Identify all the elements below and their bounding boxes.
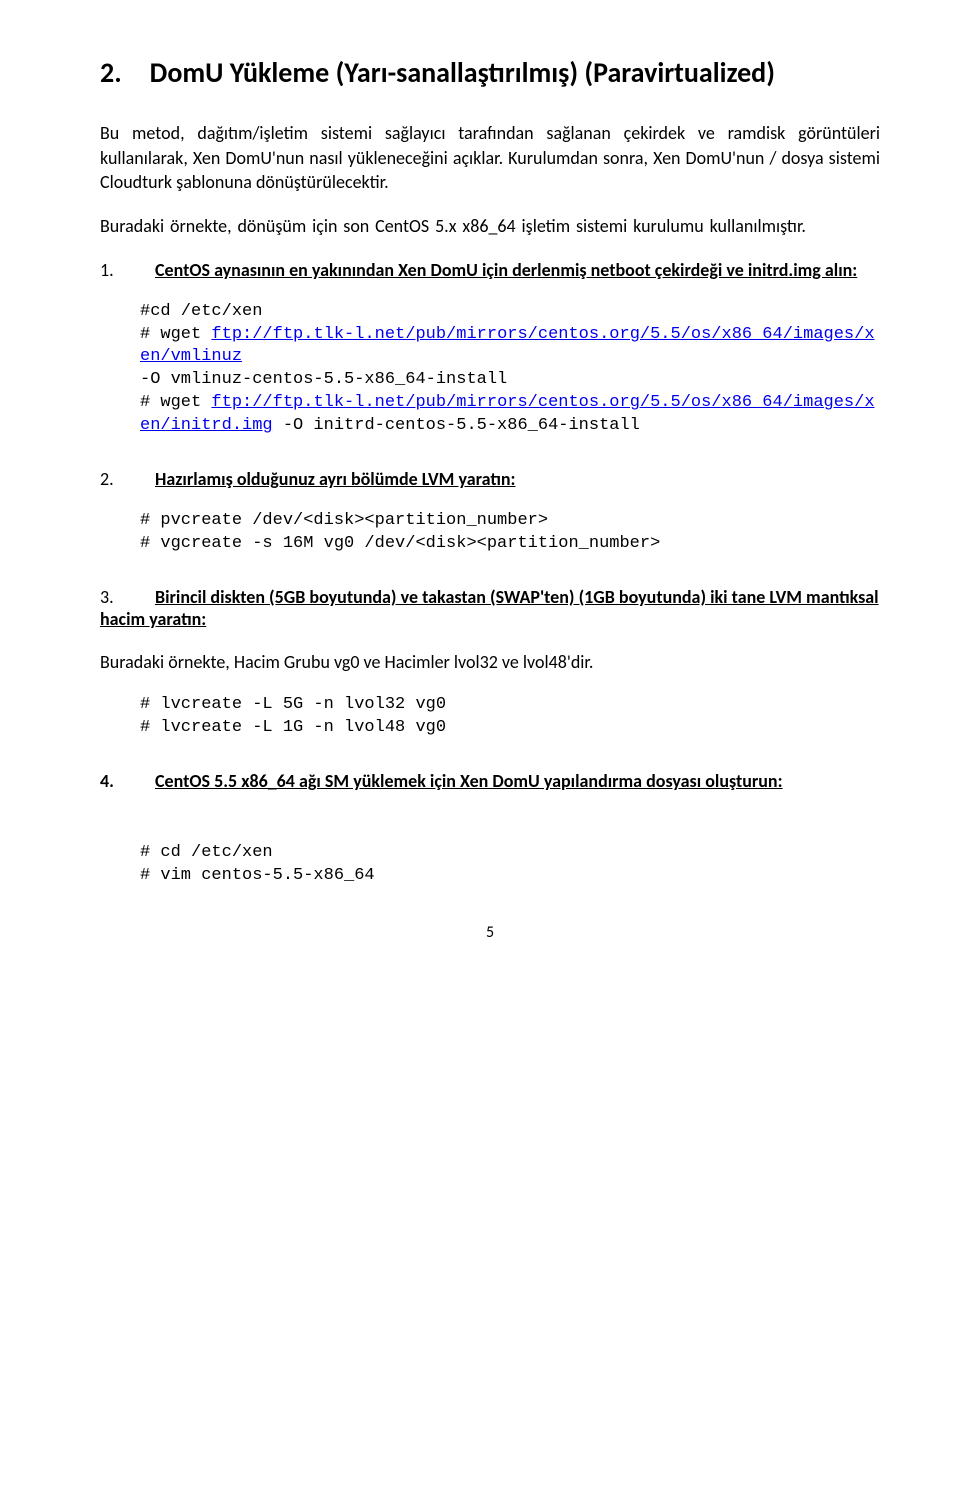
body-paragraph: Buradaki örnekte, Hacim Grubu vg0 ve Hac…: [100, 650, 880, 674]
code-line: -O vmlinuz-centos-5.5-x86_64-install: [140, 370, 507, 389]
code-block-3: # lvcreate -L 5G -n lvol32 vg0 # lvcreat…: [140, 694, 880, 740]
code-block-4: # cd /etc/xen # vim centos-5.5-x86_64: [140, 842, 880, 888]
code-block-2: # pvcreate /dev/<disk><partition_number>…: [140, 510, 880, 556]
step-title: CentOS aynasının en yakınından Xen DomU …: [155, 259, 857, 281]
step-title: Birincil diskten (5GB boyutunda) ve taka…: [100, 586, 879, 630]
code-line: -O initrd-centos-5.5-x86_64-install: [273, 416, 640, 435]
code-line: # wget: [140, 393, 211, 412]
ftp-link-vmlinuz[interactable]: ftp://ftp.tlk-l.net/pub/mirrors/centos.o…: [140, 325, 875, 367]
step-number: 2.: [100, 468, 155, 490]
intro-paragraph-2: Buradaki örnekte, dönüşüm için son CentO…: [100, 214, 880, 238]
step-title: CentOS 5.5 x86_64 ağı SM yüklemek için X…: [155, 770, 880, 792]
page-title: 2. DomU Yükleme (Yarı-sanallaştırılmış) …: [100, 55, 880, 91]
step-number: 3.: [100, 586, 155, 608]
step-4-heading: 4. CentOS 5.5 x86_64 ağı SM yüklemek içi…: [100, 770, 880, 792]
code-line: # wget: [140, 325, 211, 344]
step-number: 4.: [100, 770, 155, 792]
step-title: Hazırlamış olduğunuz ayrı bölümde LVM ya…: [155, 468, 515, 490]
step-2-heading: 2.Hazırlamış olduğunuz ayrı bölümde LVM …: [100, 468, 880, 490]
code-line: #cd /etc/xen: [140, 302, 262, 321]
page-number: 5: [100, 923, 880, 942]
step-3-heading: 3.Birincil diskten (5GB boyutunda) ve ta…: [100, 586, 880, 630]
step-1-heading: 1.CentOS aynasının en yakınından Xen Dom…: [100, 259, 880, 281]
step-number: 1.: [100, 259, 155, 281]
document-page: 2. DomU Yükleme (Yarı-sanallaştırılmış) …: [0, 0, 960, 972]
code-block-1: #cd /etc/xen # wget ftp://ftp.tlk-l.net/…: [140, 301, 880, 439]
intro-paragraph-1: Bu metod, dağıtım/işletim sistemi sağlay…: [100, 121, 880, 194]
